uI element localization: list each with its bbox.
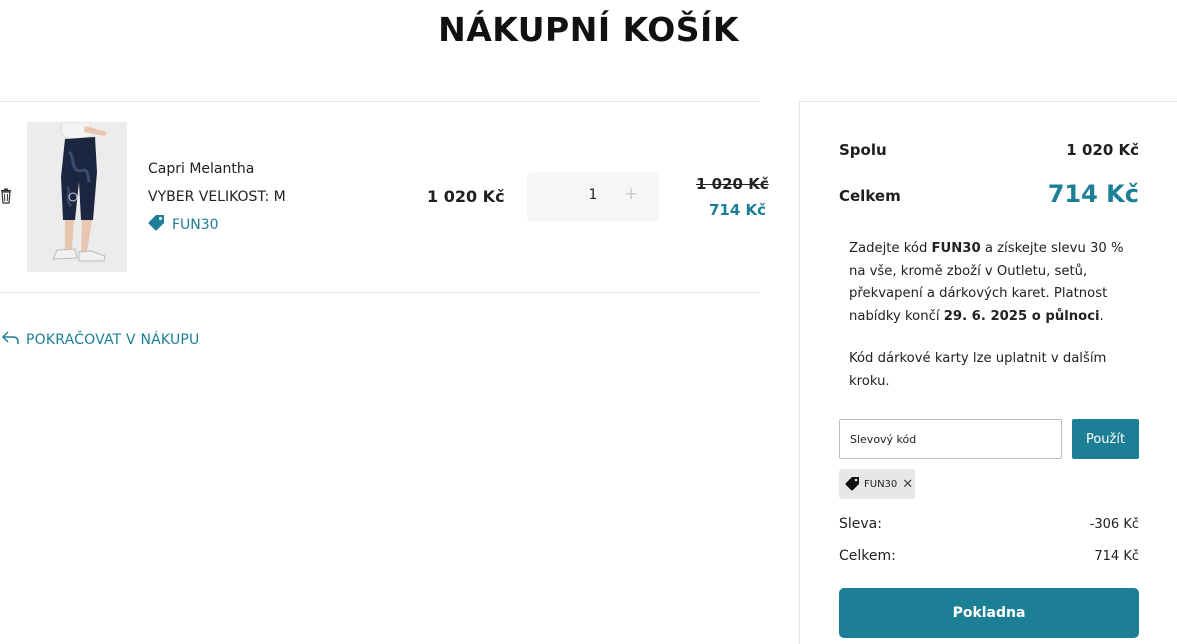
remove-code-icon[interactable]: ✕: [902, 477, 913, 492]
promo-deadline: 29. 6. 2025 o půlnoci: [943, 308, 1100, 324]
gift-card-note: Kód dárkové karty lze uplatnit v dalším …: [849, 351, 1107, 389]
promo-code: FUN30: [931, 241, 981, 256]
discounted-price: 714 Kč: [709, 201, 767, 219]
return-arrow-icon: [1, 330, 19, 349]
page-title: NÁKUPNÍ KOŠÍK: [438, 10, 739, 49]
discount-value: -306 Kč: [1089, 517, 1139, 532]
product-image[interactable]: [27, 122, 127, 272]
apply-code-button[interactable]: Použít: [1072, 419, 1139, 459]
promo-text: Zadejte kód FUN30 a získejte slevu 30 % …: [849, 241, 1124, 324]
checkout-button[interactable]: Pokladna: [839, 588, 1139, 638]
trash-icon[interactable]: [0, 188, 12, 204]
discount-code-input[interactable]: [839, 419, 1062, 459]
total-label: Celkem: [839, 187, 901, 205]
quantity-value[interactable]: 1: [527, 187, 659, 203]
product-size: VYBER VELIKOST: M: [148, 189, 286, 205]
tag-icon: [845, 476, 861, 492]
subtotal-value: 1 020 Kč: [1066, 141, 1139, 159]
quantity-plus-icon[interactable]: +: [624, 184, 638, 204]
tag-icon: [148, 214, 166, 236]
subtotal-label: Spolu: [839, 141, 887, 159]
cart-divider-bottom: [0, 292, 760, 293]
product-discount-code: FUN30: [148, 214, 219, 236]
quantity-stepper[interactable]: 1: [527, 172, 659, 222]
old-price: 1 020 Kč: [696, 175, 769, 193]
continue-shopping-label[interactable]: POKRAČOVAT V NÁKUPU: [26, 332, 199, 348]
applied-code-label: FUN30: [864, 478, 898, 490]
final-total-value: 714 Kč: [1094, 549, 1139, 564]
product-code-label: FUN30: [172, 217, 219, 233]
product-name[interactable]: Capri Melantha: [148, 161, 254, 177]
discount-label: Sleva:: [839, 516, 882, 532]
applied-code-chip: FUN30 ✕: [839, 469, 915, 499]
unit-price: 1 020 Kč: [427, 187, 505, 206]
final-total-label: Celkem:: [839, 548, 896, 564]
cart-divider-top: [0, 101, 760, 102]
continue-shopping-link[interactable]: POKRAČOVAT V NÁKUPU: [1, 330, 199, 349]
total-value: 714 Kč: [1047, 180, 1139, 208]
